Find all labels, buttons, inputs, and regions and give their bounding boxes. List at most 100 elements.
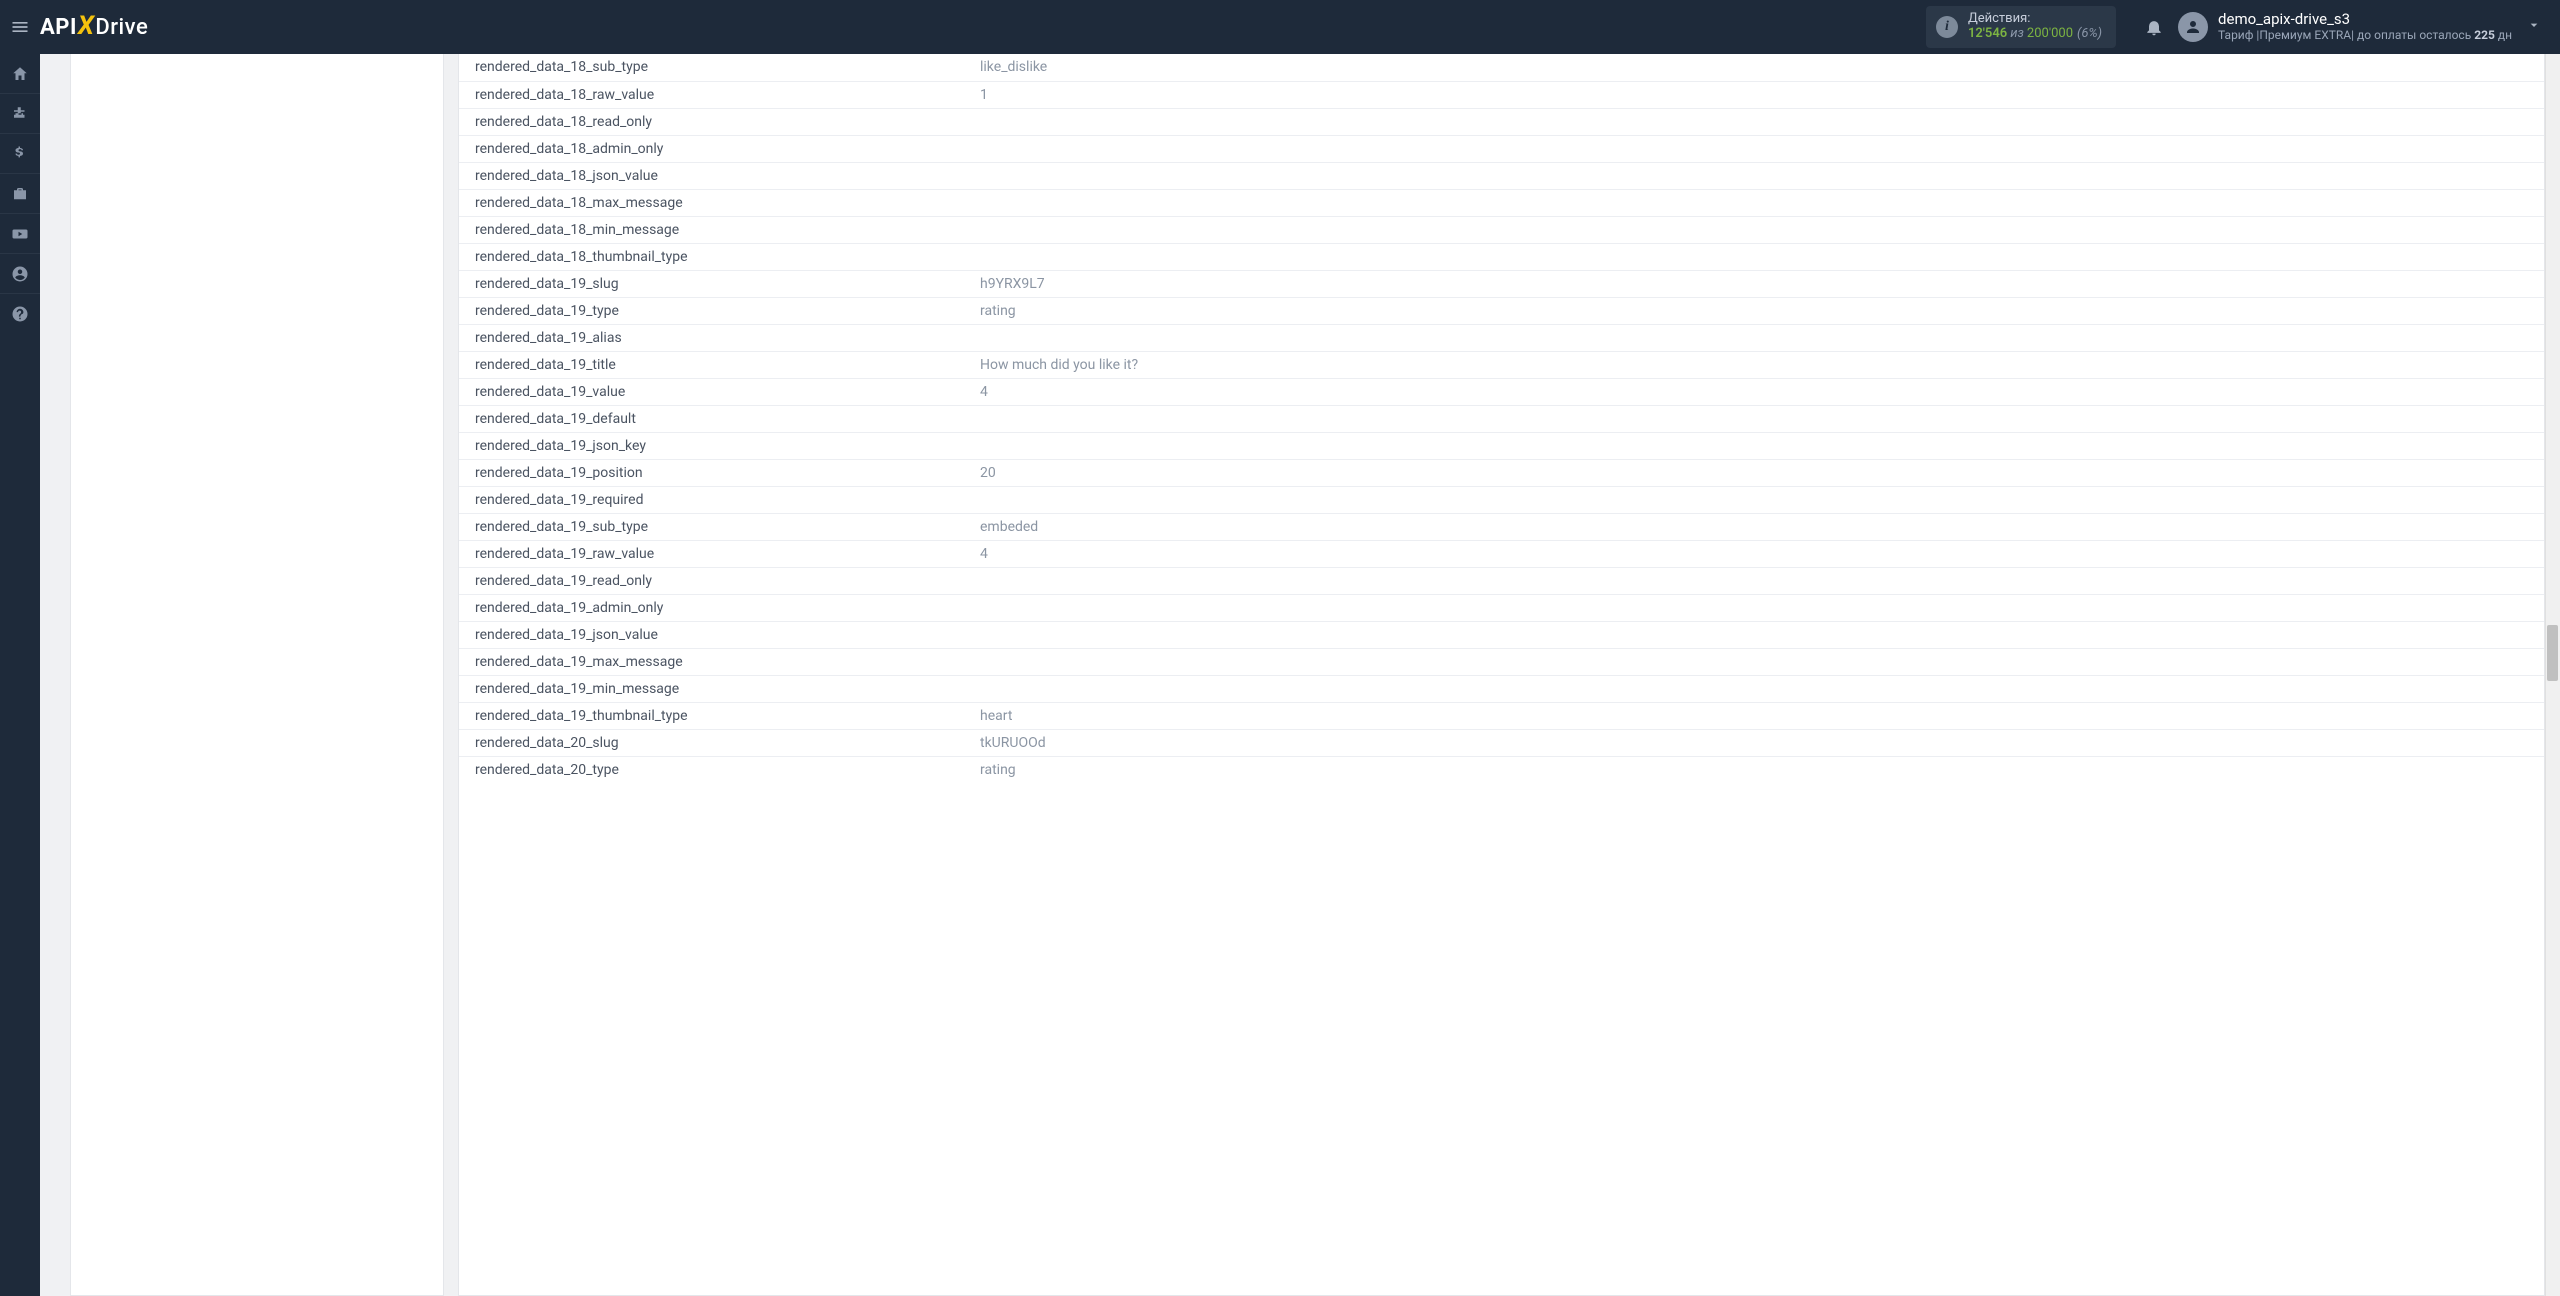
table-row: rendered_data_19_json_value: [459, 621, 2544, 648]
sidebar-item-video[interactable]: [0, 214, 40, 254]
table-row: rendered_data_18_admin_only: [459, 135, 2544, 162]
row-value: [964, 621, 2544, 648]
actions-used: 12'546: [1968, 26, 2007, 41]
table-row: rendered_data_20_typerating: [459, 756, 2544, 783]
table-row: rendered_data_18_min_message: [459, 216, 2544, 243]
row-value: rating: [964, 756, 2544, 783]
hamburger-icon: [10, 17, 30, 37]
actions-total: 200'000: [2027, 26, 2073, 41]
row-value: rating: [964, 297, 2544, 324]
row-value: [964, 243, 2544, 270]
row-key: rendered_data_18_admin_only: [459, 135, 964, 162]
table-row: rendered_data_18_sub_typelike_dislike: [459, 54, 2544, 81]
right-panel: rendered_data_18_sub_typelike_dislikeren…: [458, 54, 2545, 1296]
table-row: rendered_data_19_required: [459, 486, 2544, 513]
sidebar-item-help[interactable]: [0, 294, 40, 334]
row-key: rendered_data_18_max_message: [459, 189, 964, 216]
row-key: rendered_data_19_value: [459, 378, 964, 405]
sidebar-item-connections[interactable]: [0, 94, 40, 134]
row-key: rendered_data_19_alias: [459, 324, 964, 351]
row-key: rendered_data_19_default: [459, 405, 964, 432]
actions-iz: из: [2010, 26, 2024, 41]
row-key: rendered_data_18_sub_type: [459, 54, 964, 81]
row-value: 20: [964, 459, 2544, 486]
user-avatar[interactable]: [2178, 12, 2208, 42]
logo[interactable]: APIXDrive: [40, 12, 148, 42]
main-content: rendered_data_18_sub_typelike_dislikeren…: [40, 54, 2545, 1296]
row-value: [964, 675, 2544, 702]
row-key: rendered_data_19_sub_type: [459, 513, 964, 540]
row-value: h9YRX9L7: [964, 270, 2544, 297]
row-key: rendered_data_19_slug: [459, 270, 964, 297]
table-row: rendered_data_19_position20: [459, 459, 2544, 486]
row-key: rendered_data_19_read_only: [459, 567, 964, 594]
actions-text: Действия: 12'546из200'000 (6%): [1968, 12, 2102, 42]
scrollbar-thumb[interactable]: [2547, 625, 2558, 681]
row-value: [964, 324, 2544, 351]
table-row: rendered_data_18_read_only: [459, 108, 2544, 135]
row-value: embeded: [964, 513, 2544, 540]
row-value: [964, 648, 2544, 675]
row-value: [964, 216, 2544, 243]
row-value: [964, 432, 2544, 459]
row-value: 4: [964, 540, 2544, 567]
actions-label: Действия:: [1968, 12, 2102, 27]
user-dropdown-toggle[interactable]: [2512, 17, 2548, 37]
table-row: rendered_data_19_sub_typeembeded: [459, 513, 2544, 540]
briefcase-icon: [11, 185, 29, 203]
sidebar-item-account[interactable]: [0, 254, 40, 294]
row-key: rendered_data_20_slug: [459, 729, 964, 756]
table-row: rendered_data_19_alias: [459, 324, 2544, 351]
notifications-bell-icon[interactable]: [2144, 17, 2164, 37]
row-value: [964, 189, 2544, 216]
row-value: like_dislike: [964, 54, 2544, 81]
table-row: rendered_data_18_raw_value1: [459, 81, 2544, 108]
actions-counter[interactable]: i Действия: 12'546из200'000(6%): [1926, 6, 2116, 48]
table-row: rendered_data_19_json_key: [459, 432, 2544, 459]
row-key: rendered_data_19_type: [459, 297, 964, 324]
row-value: [964, 567, 2544, 594]
row-key: rendered_data_18_read_only: [459, 108, 964, 135]
row-value: [964, 162, 2544, 189]
table-row: rendered_data_20_slugtkURUOOd: [459, 729, 2544, 756]
row-key: rendered_data_19_min_message: [459, 675, 964, 702]
row-key: rendered_data_19_position: [459, 459, 964, 486]
logo-x: X: [78, 11, 95, 41]
sidebar-item-home[interactable]: [0, 54, 40, 94]
help-icon: [11, 305, 29, 323]
top-bar: APIXDrive i Действия: 12'546из200'000(6%…: [0, 0, 2560, 54]
row-value: [964, 486, 2544, 513]
user-circle-icon: [11, 265, 29, 283]
table-row: rendered_data_18_max_message: [459, 189, 2544, 216]
sidebar-item-billing[interactable]: [0, 134, 40, 174]
row-value: [964, 135, 2544, 162]
row-key: rendered_data_19_thumbnail_type: [459, 702, 964, 729]
vertical-scrollbar[interactable]: [2545, 54, 2560, 1296]
data-table: rendered_data_18_sub_typelike_dislikeren…: [459, 54, 2544, 783]
row-key: rendered_data_18_min_message: [459, 216, 964, 243]
dollar-icon: [11, 145, 29, 163]
user-block[interactable]: demo_apix-drive_s3 Тариф |Премиум EXTRA|…: [2218, 11, 2512, 42]
row-key: rendered_data_19_title: [459, 351, 964, 378]
logo-drive: Drive: [95, 15, 148, 40]
menu-toggle-button[interactable]: [0, 0, 40, 54]
logo-api: API: [40, 15, 77, 40]
youtube-icon: [11, 225, 29, 243]
row-key: rendered_data_19_admin_only: [459, 594, 964, 621]
table-row: rendered_data_19_titleHow much did you l…: [459, 351, 2544, 378]
row-key: rendered_data_19_json_key: [459, 432, 964, 459]
sidebar-item-work[interactable]: [0, 174, 40, 214]
user-icon: [2184, 18, 2202, 36]
chevron-down-icon: [2526, 17, 2542, 33]
sitemap-icon: [11, 105, 29, 123]
table-row: rendered_data_18_json_value: [459, 162, 2544, 189]
user-name: demo_apix-drive_s3: [2218, 11, 2512, 28]
left-panel: [70, 54, 444, 1296]
row-value: [964, 405, 2544, 432]
table-row: rendered_data_19_typerating: [459, 297, 2544, 324]
row-key: rendered_data_19_json_value: [459, 621, 964, 648]
home-icon: [11, 65, 29, 83]
table-row: rendered_data_19_read_only: [459, 567, 2544, 594]
actions-pct: (6%): [2077, 26, 2102, 41]
row-value: How much did you like it?: [964, 351, 2544, 378]
